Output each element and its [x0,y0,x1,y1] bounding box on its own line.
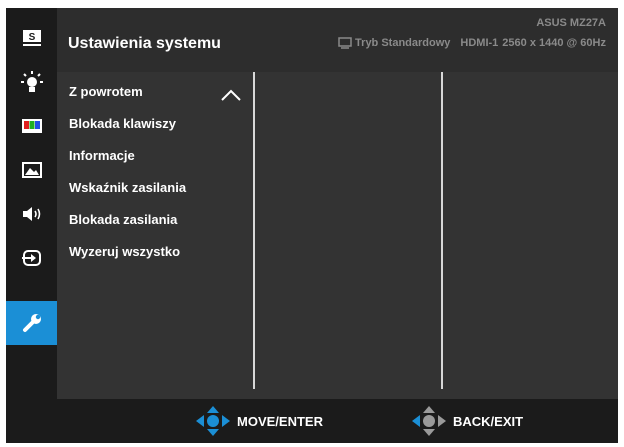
back-exit-hint: BACK/EXIT [411,399,523,443]
footer-nav: MOVE/ENTER BACK/EXIT [6,399,618,443]
joystick-move-icon [196,406,230,436]
menu-item-power-key-lock[interactable]: Blokada zasilania [69,212,177,227]
resolution: 2560 x 1440 @ 60Hz [502,37,606,49]
back-exit-label: BACK/EXIT [453,413,524,429]
menu-item-power-indicator[interactable]: Wskaźnik zasilania [69,180,186,195]
svg-text:S: S [28,32,35,43]
monitor-icon [338,37,352,49]
wrench-icon [22,314,41,332]
joystick-back-icon [412,406,446,436]
menu-item-information[interactable]: Informacje [69,148,135,163]
color-bars-icon [21,119,42,133]
sidebar-item-color[interactable] [6,104,57,148]
model-name: ASUS MZ27A [536,17,606,29]
sidebar-item-system-setup[interactable] [6,301,57,345]
osd-window: S ASUS MZ27A Ustawienia systemu Tryb Sta… [6,8,618,443]
speaker-icon [22,207,40,221]
main-panel: ASUS MZ27A Ustawienia systemu Tryb Stand… [57,8,618,399]
status-bar: Tryb Standardowy HDMI-1 2560 x 1440 @ 60… [338,37,606,49]
move-enter-label: MOVE/ENTER [237,413,323,429]
sidebar-item-blue-light[interactable] [6,60,57,104]
input-select-icon [21,250,41,266]
menu-item-back[interactable]: Z powrotem [69,84,143,99]
menu-item-key-lock[interactable]: Blokada klawiszy [69,116,176,131]
chevron-up-icon[interactable] [220,89,242,101]
input-source: HDMI-1 [460,37,499,49]
preset-mode: Tryb Standardowy [355,37,451,49]
page-title: Ustawienia systemu [68,35,221,52]
sidebar-item-sound[interactable] [6,192,57,236]
blue-light-filter-icon [20,71,43,92]
column-divider [441,72,443,389]
splendid-s-icon: S [22,30,41,46]
sidebar-item-image[interactable] [6,148,57,192]
image-icon [21,162,42,178]
menu-item-reset-all[interactable]: Wyzeruj wszystko [69,244,180,259]
column-divider [253,72,255,389]
sidebar: S [6,8,57,399]
menu-area: Z powrotem Blokada klawiszy Informacje W… [57,72,618,399]
sidebar-item-input-select[interactable] [6,236,57,280]
move-enter-hint: MOVE/ENTER [195,399,323,443]
sidebar-item-splendid[interactable]: S [6,16,57,60]
